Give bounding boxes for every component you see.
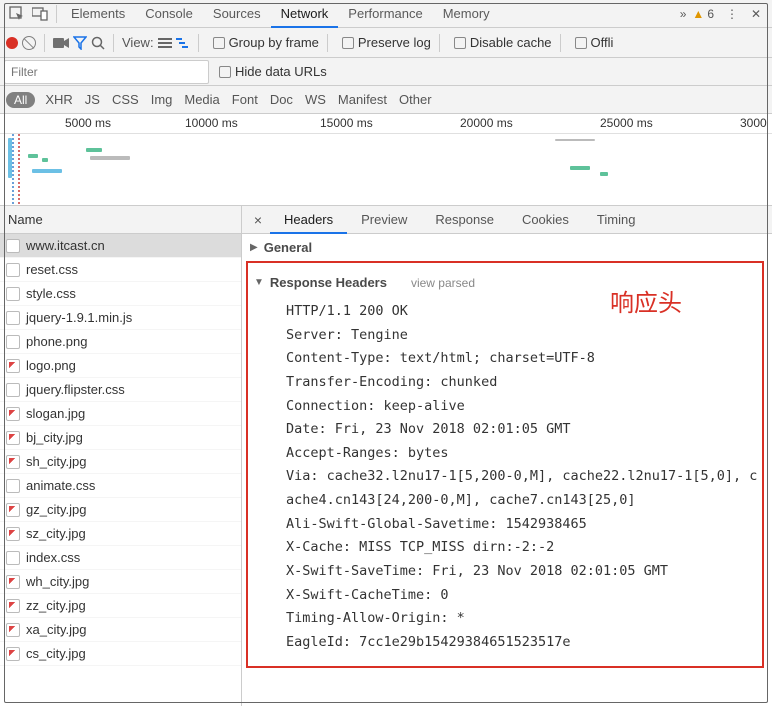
expand-triangle-icon: ▼ <box>254 277 264 288</box>
view-parsed-link[interactable]: view parsed <box>411 276 475 290</box>
request-row[interactable]: phone.png <box>0 330 241 354</box>
request-detail-panel: × HeadersPreviewResponseCookiesTiming ▶ … <box>242 206 772 706</box>
raw-response-headers: HTTP/1.1 200 OK Server: Tengine Content-… <box>252 296 758 654</box>
collapse-triangle-icon: ▶ <box>250 242 258 253</box>
file-icon <box>6 431 20 445</box>
request-list-panel: Name www.itcast.cnreset.cssstyle.cssjque… <box>0 206 242 706</box>
file-icon <box>6 575 20 589</box>
file-icon <box>6 503 20 517</box>
request-list: www.itcast.cnreset.cssstyle.cssjquery-1.… <box>0 234 241 706</box>
general-section-header[interactable]: ▶ General <box>242 234 772 261</box>
file-icon <box>6 599 20 613</box>
file-icon <box>6 623 20 637</box>
file-icon <box>6 407 20 421</box>
file-icon <box>6 335 20 349</box>
file-icon <box>6 359 20 373</box>
file-icon <box>6 455 20 469</box>
response-headers-highlight: ▼ Response Headers view parsed 响应头 HTTP/… <box>246 261 764 668</box>
annotation-label: 响应头 <box>610 283 682 318</box>
file-icon <box>6 647 20 661</box>
response-headers-section-header[interactable]: ▼ Response Headers view parsed <box>252 269 758 296</box>
file-icon <box>6 527 20 541</box>
